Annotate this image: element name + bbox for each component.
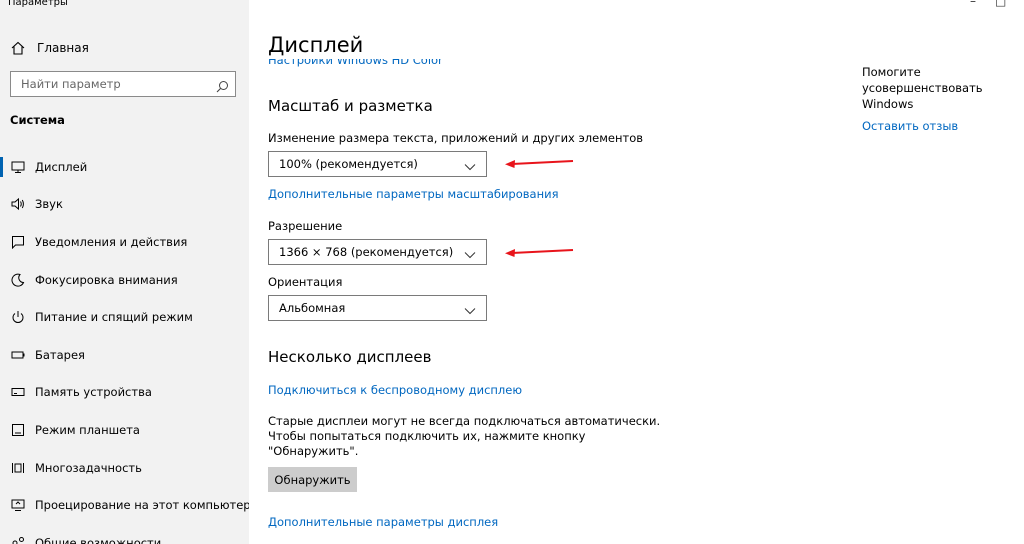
sidebar-item-multitasking[interactable]: Многозадачность	[0, 449, 249, 487]
page-title: Дисплей	[268, 33, 364, 57]
sidebar-nav: Дисплей Звук Уведомления и действия Фоку…	[0, 148, 249, 544]
sidebar-item-label: Память устройства	[35, 385, 152, 400]
sidebar-item-label: Проецирование на этот компьютер	[35, 498, 249, 513]
sidebar-item-label: Многозадачность	[35, 460, 142, 475]
sidebar-item-battery[interactable]: Батарея	[0, 336, 249, 374]
sidebar-item-projection[interactable]: Проецирование на этот компьютер	[0, 486, 249, 524]
sidebar-item-sound[interactable]: Звук	[0, 186, 249, 224]
home-button[interactable]: Главная	[10, 38, 89, 58]
shared-icon	[10, 535, 26, 544]
sidebar-item-focus[interactable]: Фокусировка внимания	[0, 261, 249, 299]
app-title: Параметры	[8, 0, 68, 8]
moon-icon	[10, 272, 26, 288]
sidebar: Параметры Главная Система Дисплей Звук У…	[0, 0, 249, 544]
sidebar-item-label: Общие возможности	[35, 535, 162, 544]
tablet-icon	[10, 422, 26, 438]
sidebar-item-storage[interactable]: Память устройства	[0, 374, 249, 412]
storage-icon	[10, 384, 26, 400]
battery-icon	[10, 347, 26, 363]
multitasking-icon	[10, 460, 26, 476]
sidebar-item-label: Уведомления и действия	[35, 234, 188, 249]
sidebar-item-notifications[interactable]: Уведомления и действия	[0, 223, 249, 261]
scale-heading: Масштаб и разметка	[268, 97, 433, 115]
sidebar-item-label: Звук	[35, 197, 63, 212]
orientation-label: Ориентация	[268, 275, 343, 289]
power-icon	[10, 309, 26, 325]
sidebar-item-tablet[interactable]: Режим планшета	[0, 411, 249, 449]
scale-value: 100% (рекомендуется)	[279, 157, 418, 171]
monitor-icon	[10, 159, 26, 175]
multi-display-heading: Несколько дисплеев	[268, 348, 432, 366]
scale-label: Изменение размера текста, приложений и д…	[268, 131, 644, 145]
search-icon	[216, 78, 229, 97]
sidebar-item-label: Фокусировка внимания	[35, 272, 178, 287]
resolution-dropdown[interactable]: 1366 × 768 (рекомендуется)	[268, 239, 487, 265]
notification-icon	[10, 234, 26, 250]
advanced-scale-link[interactable]: Дополнительные параметры масштабирования	[268, 187, 559, 201]
scale-dropdown[interactable]: 100% (рекомендуется)	[268, 151, 487, 177]
sidebar-item-power[interactable]: Питание и спящий режим	[0, 298, 249, 336]
annotation-arrow-icon	[505, 249, 574, 257]
section-label: Система	[10, 113, 65, 127]
sidebar-item-display[interactable]: Дисплей	[0, 148, 249, 186]
help-panel: Помогите усовершенствовать Windows Остав…	[862, 64, 1024, 134]
home-icon	[10, 40, 26, 56]
sidebar-item-label: Батарея	[35, 347, 85, 362]
search-box[interactable]	[10, 71, 236, 97]
sidebar-item-label: Питание и спящий режим	[35, 310, 193, 325]
annotation-arrow-icon	[505, 160, 574, 168]
chevron-down-icon	[464, 160, 476, 174]
orientation-dropdown[interactable]: Альбомная	[268, 295, 487, 321]
home-label: Главная	[37, 41, 89, 55]
resolution-label: Разрешение	[268, 219, 343, 233]
main-content: Дисплей Настройки Windows HD Color Масшт…	[249, 0, 1024, 544]
chevron-down-icon	[464, 248, 476, 262]
chevron-down-icon	[464, 304, 476, 318]
feedback-link[interactable]: Оставить отзыв	[862, 118, 1024, 134]
old-displays-text: Старые дисплеи могут не всегда подключат…	[268, 414, 661, 458]
hd-color-link[interactable]: Настройки Windows HD Color	[268, 59, 488, 73]
detect-button[interactable]: Обнаружить	[268, 467, 357, 492]
help-text: Помогите усовершенствовать Windows	[862, 65, 983, 111]
search-input[interactable]	[11, 77, 211, 91]
wireless-display-link[interactable]: Подключиться к беспроводному дисплею	[268, 383, 522, 397]
orientation-value: Альбомная	[279, 301, 346, 315]
advanced-display-link[interactable]: Дополнительные параметры дисплея	[268, 515, 498, 529]
sidebar-item-label: Режим планшета	[35, 422, 140, 437]
projection-icon	[10, 497, 26, 513]
resolution-value: 1366 × 768 (рекомендуется)	[279, 245, 454, 259]
sidebar-item-label: Дисплей	[35, 159, 88, 174]
sidebar-item-shared[interactable]: Общие возможности	[0, 524, 249, 544]
speaker-icon	[10, 196, 26, 212]
